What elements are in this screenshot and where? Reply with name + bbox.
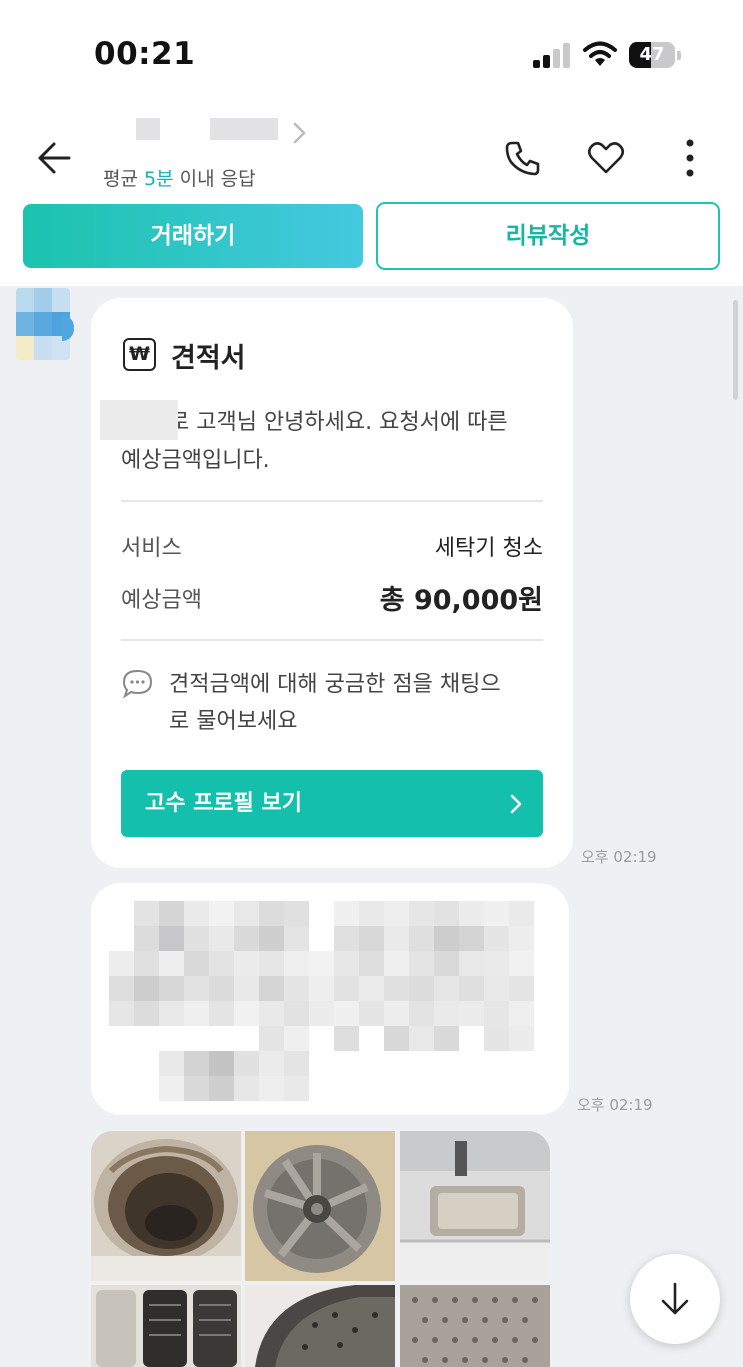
cellular-signal-icon bbox=[533, 42, 573, 68]
back-arrow-icon[interactable] bbox=[34, 138, 74, 178]
blurred-message-bubble bbox=[91, 883, 569, 1115]
photo-washer-panel[interactable] bbox=[400, 1131, 550, 1281]
quote-card: ₩ 견적서 로 고객님 안녕하세요. 요청서에 따른 예상금액입니다. 서비스 … bbox=[91, 298, 573, 868]
wifi-icon bbox=[583, 40, 617, 68]
divider bbox=[121, 500, 543, 502]
photo-pulsator[interactable] bbox=[245, 1131, 395, 1281]
quote-greeting: 로 고객님 안녕하세요. 요청서에 따른 예상금액입니다. bbox=[121, 410, 508, 473]
chat-header: 평균 5분 이내 응답 거래하기 리뷰작성 bbox=[0, 100, 743, 286]
won-icon: ₩ bbox=[123, 338, 156, 371]
deal-button[interactable]: 거래하기 bbox=[23, 204, 363, 268]
customer-name-blurred bbox=[100, 400, 178, 440]
battery-level: 47 bbox=[639, 44, 665, 65]
scrollbar[interactable] bbox=[733, 300, 738, 400]
photo-drum-holes[interactable] bbox=[400, 1285, 550, 1367]
view-pro-profile-label: 고수 프로필 보기 bbox=[145, 791, 302, 816]
heart-icon[interactable] bbox=[586, 138, 626, 178]
scroll-to-bottom-button[interactable] bbox=[630, 1254, 720, 1344]
partner-name-blurred bbox=[136, 118, 160, 140]
chat-bubble-icon bbox=[121, 669, 154, 699]
arrow-down-icon bbox=[661, 1282, 689, 1315]
service-label: 서비스 bbox=[121, 536, 182, 561]
quote-hint: 견적금액에 대해 궁금한 점을 채팅으 로 물어보세요 bbox=[169, 672, 501, 734]
status-bar: 00:21 47 bbox=[0, 0, 743, 100]
avatar-edge bbox=[62, 315, 74, 341]
message-time: 오후 02:19 bbox=[581, 848, 657, 866]
service-value: 세탁기 청소 bbox=[434, 536, 543, 561]
divider bbox=[121, 639, 543, 641]
photo-drum-dirty[interactable] bbox=[245, 1285, 395, 1367]
price-value: 총 90,000원 bbox=[379, 585, 543, 616]
photo-filter-parts[interactable] bbox=[91, 1285, 241, 1367]
partner-name-blurred bbox=[210, 118, 278, 140]
quote-title: 견적서 bbox=[171, 343, 246, 374]
chevron-right-icon[interactable] bbox=[290, 120, 310, 146]
more-vertical-icon[interactable] bbox=[670, 138, 710, 178]
message-time: 오후 02:19 bbox=[577, 1096, 653, 1114]
write-review-button[interactable]: 리뷰작성 bbox=[376, 202, 720, 270]
price-label: 예상금액 bbox=[121, 588, 202, 613]
photo-washer-tub[interactable] bbox=[91, 1131, 241, 1281]
view-pro-profile-button[interactable]: 고수 프로필 보기 bbox=[121, 770, 543, 837]
chevron-right-icon bbox=[509, 794, 523, 814]
response-time: 평균 5분 이내 응답 bbox=[103, 168, 256, 190]
battery-icon: 47 bbox=[629, 42, 681, 68]
status-time: 00:21 bbox=[94, 36, 196, 72]
phone-icon[interactable] bbox=[503, 138, 543, 178]
